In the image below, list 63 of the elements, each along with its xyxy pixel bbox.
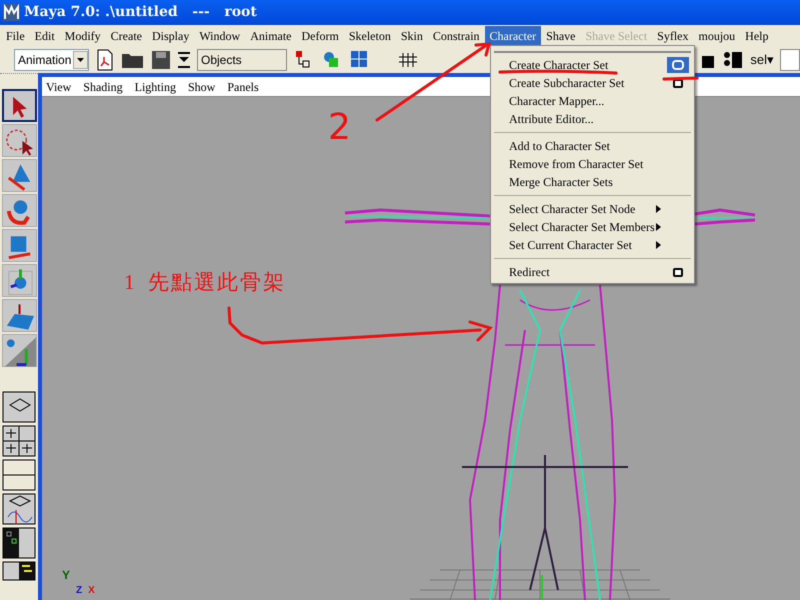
save-icon[interactable] <box>151 50 171 70</box>
dropdown-menu-item[interactable]: Set Current Character Set <box>494 236 691 254</box>
graph-layout-icon[interactable] <box>2 493 36 525</box>
menu-item[interactable]: File <box>1 26 30 46</box>
app-logo-icon <box>3 4 20 21</box>
annotation-text: 先點選此骨架 <box>148 272 286 293</box>
annotation-text: 2 <box>328 110 351 146</box>
menu-item[interactable]: moujou <box>694 26 740 46</box>
dropdown-menu-item[interactable]: Create Subcharacter Set <box>494 74 691 92</box>
dropdown-menu-item[interactable]: Redirect <box>494 263 691 281</box>
dropdown-menu-item[interactable]: Remove from Character Set <box>494 155 691 173</box>
tool-button[interactable] <box>2 89 36 122</box>
submenu-arrow-icon <box>656 223 661 231</box>
outliner-layout-icon[interactable] <box>2 561 36 581</box>
viewport-menu-item[interactable]: Shading <box>83 78 123 96</box>
input-field[interactable] <box>780 48 800 70</box>
menu-item[interactable]: Skin <box>396 26 428 46</box>
menu-item[interactable]: Animate <box>245 26 297 46</box>
two-pane-layout-icon[interactable] <box>2 459 36 491</box>
viewport-menu-item[interactable]: Panels <box>227 78 259 96</box>
window-title: Maya 7.0: .\untitled --- root <box>24 3 257 22</box>
annotation-text: 1 <box>124 272 134 293</box>
menu-item[interactable]: Constrain <box>428 26 485 46</box>
tool-button[interactable] <box>2 334 36 367</box>
menu-item[interactable]: Modify <box>60 26 106 46</box>
menu-item[interactable]: Create <box>106 26 147 46</box>
wireframe-arm-drawing <box>694 208 756 226</box>
viewport-menu-item[interactable]: View <box>46 78 72 96</box>
dropdown-menu-item[interactable]: Select Character Set Node <box>494 200 691 218</box>
hypershade-layout-icon[interactable] <box>2 527 36 559</box>
annotation-underline <box>662 76 698 80</box>
axis-label: Z <box>76 584 82 598</box>
option-box-icon[interactable] <box>673 78 683 88</box>
axis-label: X <box>88 584 95 598</box>
viewport-menu-item[interactable]: Lighting <box>134 78 176 96</box>
menu-item[interactable]: Skeleton <box>344 26 396 46</box>
single-view-layout-icon[interactable] <box>2 391 36 423</box>
viewport-menu-item[interactable]: Show <box>188 78 216 96</box>
menu-item[interactable]: Syflex <box>652 26 694 46</box>
dropdown-menu-item[interactable]: Merge Character Sets <box>494 173 691 191</box>
menu-item[interactable]: Display <box>146 26 194 46</box>
selection-mask-field[interactable]: Objects <box>197 48 287 70</box>
dropdown-menu-item[interactable]: Add to Character Set <box>494 137 691 155</box>
mode-dropdown[interactable]: Animation <box>14 48 89 70</box>
dropdown-menu-item[interactable]: Select Character Set Members <box>494 218 691 236</box>
menu-item[interactable]: Deform <box>296 26 344 46</box>
menu-set-icon[interactable] <box>177 50 191 70</box>
dropdown-menu-item[interactable]: Create Character Set <box>494 56 691 74</box>
dropdown-menu-item[interactable]: Character Mapper... <box>494 92 691 110</box>
new-scene-icon[interactable] <box>95 48 115 70</box>
menu-item[interactable]: Character <box>484 26 542 46</box>
tool-button[interactable] <box>2 124 36 157</box>
dropdown-menu-item[interactable]: Attribute Editor... <box>494 110 691 128</box>
option-box-icon[interactable] <box>673 268 683 276</box>
menu-item[interactable]: Window <box>194 26 246 46</box>
submenu-arrow-icon <box>656 205 661 213</box>
menu-item[interactable]: Help <box>740 26 774 46</box>
menu-item[interactable]: Shave <box>541 26 580 46</box>
menu-item[interactable]: Edit <box>30 26 60 46</box>
submenu-arrow-icon <box>656 241 661 249</box>
four-view-layout-icon[interactable] <box>2 425 36 457</box>
axis-label: Y <box>62 567 70 584</box>
sel-button[interactable]: sel▾ <box>750 50 774 70</box>
